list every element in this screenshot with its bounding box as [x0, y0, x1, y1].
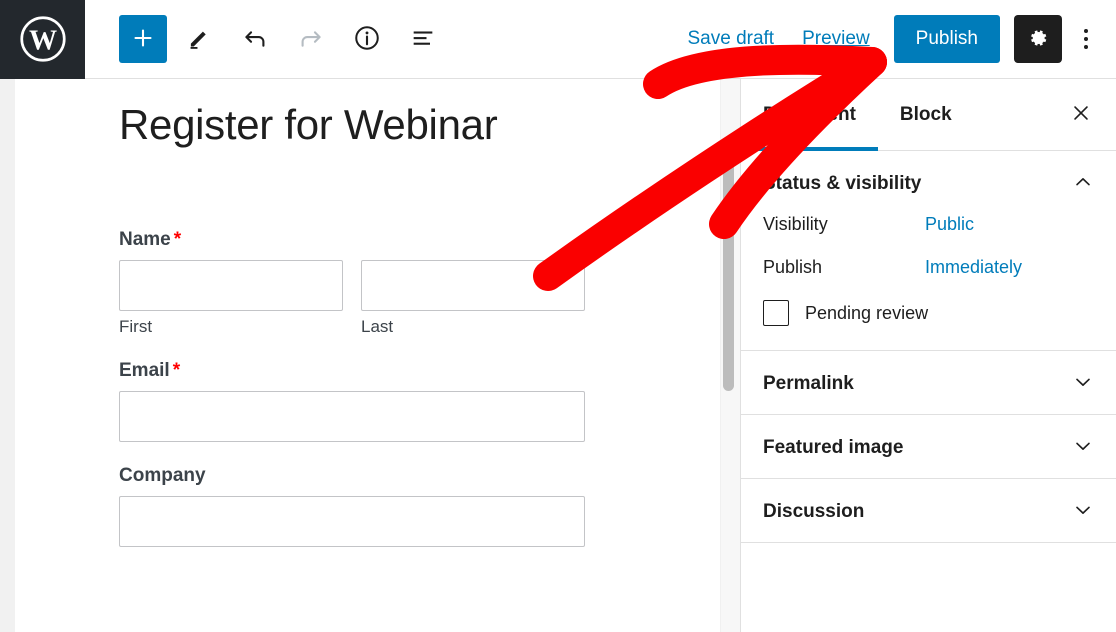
list-view-button[interactable]	[399, 15, 447, 63]
required-marker: *	[172, 360, 181, 381]
publish-date-label: Publish	[763, 257, 823, 277]
left-gutter	[0, 79, 15, 632]
details-info-button[interactable]	[343, 15, 391, 63]
panel-featured-image: Featured image	[741, 415, 1116, 479]
undo-icon	[241, 24, 269, 55]
page-title[interactable]: Register for Webinar	[119, 101, 498, 149]
last-name-input[interactable]	[361, 260, 585, 311]
chevron-down-icon	[1072, 371, 1094, 396]
panel-featured-image-header[interactable]: Featured image	[741, 415, 1116, 478]
panel-discussion: Discussion	[741, 479, 1116, 543]
panel-discussion-header[interactable]: Discussion	[741, 479, 1116, 542]
tab-block[interactable]: Block	[878, 79, 974, 151]
redo-icon	[297, 24, 325, 55]
visibility-label: Visibility	[763, 214, 828, 234]
toolbar-tools	[119, 15, 447, 63]
company-label: Company	[119, 465, 206, 486]
close-sidebar-button[interactable]	[1064, 98, 1098, 132]
wordpress-logo-button[interactable]: W	[0, 0, 85, 79]
chevron-down-icon	[1072, 435, 1094, 460]
sidebar-tab-bar: Document Block	[741, 79, 1116, 151]
pending-review-label: Pending review	[805, 302, 929, 323]
email-input[interactable]	[119, 391, 585, 442]
wordpress-block-editor: W Save draft Preview Publish Register fo…	[0, 0, 1116, 632]
panel-permalink-title: Permalink	[763, 372, 854, 394]
vertical-ellipsis-icon	[1084, 29, 1088, 49]
panel-discussion-title: Discussion	[763, 500, 865, 522]
preview-button[interactable]: Preview	[788, 18, 884, 60]
chevron-down-icon	[1072, 499, 1094, 524]
first-name-sublabel: First	[119, 317, 153, 336]
panel-permalink-header[interactable]: Permalink	[741, 351, 1116, 414]
save-draft-button[interactable]: Save draft	[673, 18, 788, 60]
pending-review-checkbox[interactable]	[763, 300, 789, 326]
tab-document[interactable]: Document	[741, 79, 878, 151]
edit-pencil-icon	[186, 25, 212, 54]
first-name-input[interactable]	[119, 260, 343, 311]
publish-date-value-button[interactable]: Immediately	[925, 257, 1022, 278]
panel-status-visibility-header[interactable]: Status & visibility	[741, 151, 1116, 214]
row-publish: Publish Immediately	[763, 257, 1094, 278]
company-input[interactable]	[119, 496, 585, 547]
gear-icon	[1026, 26, 1050, 53]
close-x-icon	[1070, 102, 1092, 127]
plus-icon	[131, 26, 155, 53]
required-marker: *	[173, 229, 182, 250]
panel-featured-image-title: Featured image	[763, 436, 904, 458]
info-icon	[352, 23, 382, 56]
field-group-name: Name * First Last	[119, 229, 585, 337]
editor-scrollbar-thumb[interactable]	[723, 144, 734, 391]
panel-status-visibility-body: Visibility Public Publish Immediately Pe…	[741, 214, 1116, 350]
panel-status-visibility-title: Status & visibility	[763, 172, 922, 194]
row-visibility: Visibility Public	[763, 214, 1094, 235]
field-group-email: Email *	[119, 360, 585, 442]
visibility-value-button[interactable]: Public	[925, 214, 974, 235]
edit-mode-button[interactable]	[175, 15, 223, 63]
name-last-col: Last	[361, 260, 585, 337]
chevron-up-icon	[1072, 171, 1094, 196]
wordpress-logo-icon: W	[18, 14, 68, 64]
editor-canvas: Register for Webinar Name * First Last E…	[15, 79, 720, 632]
header-actions: Save draft Preview Publish	[673, 15, 1116, 63]
email-label: Email *	[119, 360, 181, 381]
more-options-button[interactable]	[1066, 15, 1106, 63]
undo-button[interactable]	[231, 15, 279, 63]
panel-status-visibility: Status & visibility Visibility Public Pu…	[741, 151, 1116, 351]
webinar-registration-form: Name * First Last Email * Company	[119, 229, 585, 547]
editor-header-toolbar: W Save draft Preview Publish	[0, 0, 1116, 79]
redo-button[interactable]	[287, 15, 335, 63]
settings-sidebar: Document Block Status & visibility Visib…	[740, 79, 1116, 632]
last-name-sublabel: Last	[361, 317, 394, 336]
field-group-company: Company	[119, 465, 585, 547]
row-pending-review: Pending review	[763, 300, 1094, 326]
add-block-button[interactable]	[119, 15, 167, 63]
svg-text:W: W	[28, 25, 56, 56]
editor-body: Register for Webinar Name * First Last E…	[0, 79, 1116, 632]
panel-permalink: Permalink	[741, 351, 1116, 415]
list-view-icon	[409, 24, 437, 55]
settings-button[interactable]	[1014, 15, 1062, 63]
name-label: Name *	[119, 229, 182, 250]
publish-button[interactable]: Publish	[893, 15, 1000, 63]
name-first-col: First	[119, 260, 343, 337]
